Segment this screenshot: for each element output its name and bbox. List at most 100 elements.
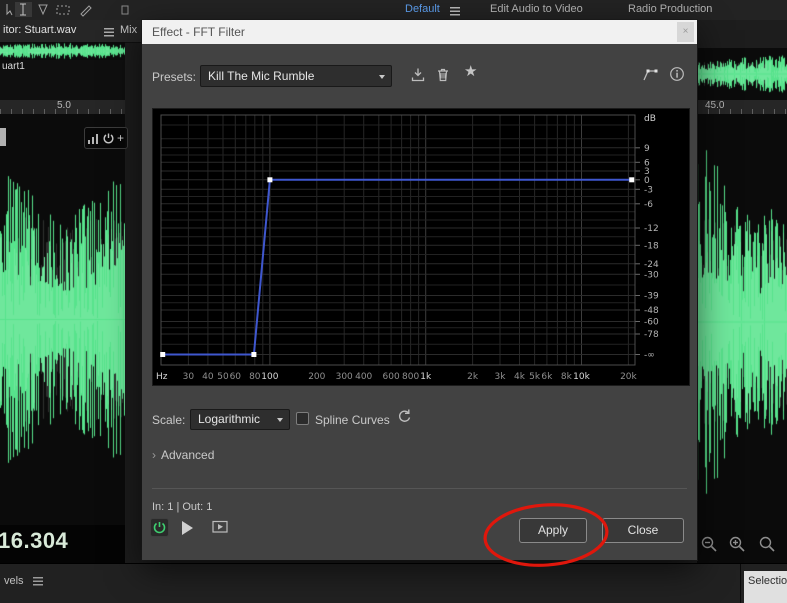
chevron-down-icon [277,418,283,422]
panel-menu-icon[interactable] [104,28,114,37]
svg-text:-39: -39 [644,292,659,302]
power-small-icon[interactable] [102,132,115,145]
svg-text:30: 30 [183,372,195,382]
advanced-toggle[interactable]: Advanced [161,448,214,462]
scale-dropdown[interactable]: Logarithmic [190,409,290,430]
save-preset-icon[interactable] [410,67,426,83]
workspace-tab-radio-production[interactable]: Radio Production [628,3,712,15]
close-button[interactable]: Close [602,518,684,543]
waveform-overview-right[interactable] [697,48,787,100]
panel-menu-icon[interactable] [33,577,43,586]
mixer-tab[interactable]: Mix [120,24,137,36]
selection-panel-label: Selectio [748,575,787,587]
play-preview-icon[interactable] [182,521,194,535]
waveform-display-right[interactable] [697,114,787,530]
marquee-tool-icon [56,5,70,15]
dialog-titlebar[interactable]: Effect - FFT Filter × [142,20,697,44]
track-name-label: uart1 [2,61,25,72]
presets-label: Presets: [152,70,197,84]
delete-preset-icon[interactable] [435,67,451,83]
timeline-ruler-left[interactable]: 5.0 [0,100,125,115]
time-display-area: 16.304 [0,525,125,563]
svg-text:dB: dB [644,114,656,124]
scale-label: Scale: [152,413,186,427]
svg-text:200: 200 [308,372,325,382]
info-icon[interactable] [669,66,685,82]
extra-tool-icon [121,5,129,15]
svg-text:80: 80 [249,372,261,382]
svg-text:-30: -30 [644,270,659,280]
level-meter-icon[interactable] [88,133,99,144]
ruler-time-label: 45.0 [705,100,725,111]
svg-text:40: 40 [202,372,214,382]
spline-curves-checkbox[interactable] [296,412,309,425]
svg-text:400: 400 [355,372,372,382]
svg-text:100: 100 [261,372,278,382]
waveform-overview-left[interactable] [0,42,125,60]
effect-power-button[interactable] [150,518,169,537]
svg-text:3k: 3k [495,372,507,382]
svg-text:10k: 10k [573,372,590,382]
svg-text:0: 0 [644,176,650,186]
add-icon[interactable]: + [117,131,124,145]
svg-text:-3: -3 [644,185,653,195]
svg-text:-12: -12 [644,224,659,234]
svg-text:5k: 5k [529,372,541,382]
fft-filter-graph[interactable]: 9 6 3 0 -3 -6 -12 -18 -24 -30 -39 -48 -60 -78 -∞ dB Hz 30… [152,108,690,386]
svg-text:800: 800 [402,372,419,382]
track-controls-overlay: + [84,127,128,149]
paintbrush-tool-icon [80,5,92,17]
chevron-down-icon [379,75,385,79]
zoom-full-icon[interactable] [759,536,776,553]
svg-text:2k: 2k [467,372,479,382]
svg-text:600: 600 [383,372,400,382]
top-toolbar: Default Edit Audio to Video Radio Produc… [0,0,787,21]
bottom-panel-bar: vels Selectio [0,563,787,603]
apply-button[interactable]: Apply [519,518,587,543]
dialog-title: Effect - FFT Filter [152,25,245,39]
svg-text:Hz: Hz [156,372,168,382]
reset-icon[interactable] [396,408,413,425]
io-status: In: 1 | Out: 1 [152,501,213,513]
workspace-tab-default[interactable]: Default [405,3,440,15]
svg-text:60: 60 [230,372,242,382]
svg-text:-∞: -∞ [644,351,655,361]
scale-value: Logarithmic [198,412,261,426]
svg-text:300: 300 [336,372,353,382]
advanced-chevron-icon: › [152,448,156,462]
levels-panel-tab[interactable]: vels [4,575,24,587]
zoom-out-icon[interactable] [701,536,718,553]
svg-text:1k: 1k [420,372,432,382]
timeline-ruler-right[interactable]: 45.0 [697,100,787,115]
svg-text:-18: -18 [644,241,659,251]
svg-text:-60: -60 [644,318,659,328]
zoom-in-icon[interactable] [729,536,746,553]
cutoff-control-button[interactable] [0,128,6,146]
selection-panel-tab[interactable]: Selectio [744,571,787,603]
divider [152,488,687,489]
tool-icons[interactable] [2,2,142,17]
audition-app-window: Default Edit Audio to Video Radio Produc… [0,0,787,603]
time-display[interactable]: 16.304 [0,528,68,554]
dialog-close-icon[interactable]: × [677,22,694,42]
presets-dropdown[interactable]: Kill The Mic Rumble [200,65,392,87]
editor-panel-tabbar: itor: Stuart.wav Mix [0,20,142,43]
svg-text:8k: 8k [561,372,573,382]
workspace-menu-icon[interactable] [450,7,460,16]
panel-divider [740,564,741,603]
dialog-body: Presets: Kill The Mic Rumble ★ 9 6 3 0 -… [142,44,697,560]
svg-text:4k: 4k [514,372,526,382]
track-header-area: uart1 [0,60,125,100]
svg-text:20k: 20k [620,372,637,382]
move-tool-icon [6,4,13,16]
filter-curve-icon[interactable] [642,66,659,83]
loop-preview-icon[interactable] [212,520,229,534]
workspace-tab-edit-audio-to-video[interactable]: Edit Audio to Video [490,3,583,15]
favorite-star-icon[interactable]: ★ [464,62,477,80]
ruler-time-label: 5.0 [57,100,71,111]
svg-text:50: 50 [217,372,229,382]
svg-text:6k: 6k [541,372,553,382]
editor-tab-stuart-wav[interactable]: itor: Stuart.wav [3,24,76,36]
right-panel-header [697,20,787,48]
waveform-display-left[interactable] [0,114,125,525]
